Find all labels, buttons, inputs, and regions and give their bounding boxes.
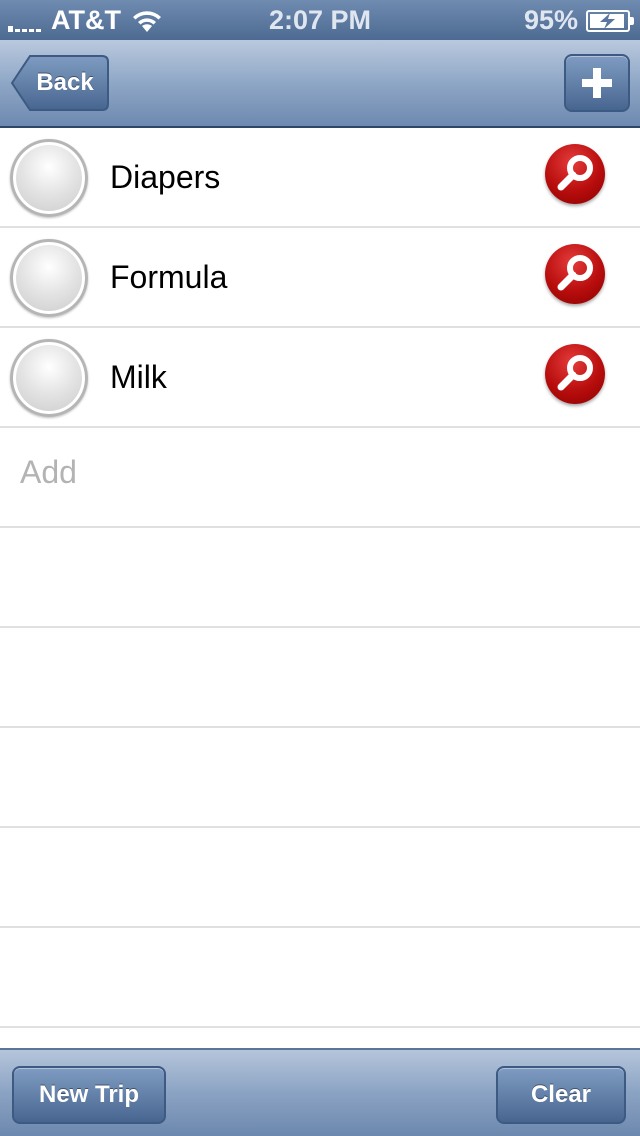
search-button[interactable]	[545, 244, 605, 304]
status-right: 95%	[523, 5, 634, 36]
navigation-bar: Back	[0, 40, 640, 128]
magnifier-icon	[557, 355, 593, 391]
magnifier-icon	[557, 155, 593, 191]
bottom-toolbar: New Trip Clear	[0, 1048, 640, 1136]
list-item: Diapers	[0, 128, 640, 228]
add-item-input[interactable]: Add	[20, 454, 77, 491]
item-label[interactable]: Diapers	[110, 159, 220, 196]
clear-button[interactable]: Clear	[496, 1066, 626, 1124]
battery-percent: 95%	[523, 5, 578, 35]
charging-bolt-icon	[600, 12, 615, 29]
new-trip-button[interactable]: New Trip	[12, 1066, 166, 1124]
add-item-row[interactable]: Add	[0, 428, 640, 528]
battery-charging-icon	[586, 9, 634, 32]
list-item: Milk	[0, 328, 640, 428]
empty-row	[0, 728, 640, 828]
shopping-list: Diapers Formula Milk Add	[0, 128, 640, 1028]
empty-row	[0, 628, 640, 728]
empty-row	[0, 828, 640, 928]
item-label[interactable]: Formula	[110, 259, 227, 296]
checkbox-circle[interactable]	[10, 239, 88, 317]
back-button[interactable]: Back	[10, 54, 110, 112]
checkbox-circle[interactable]	[10, 339, 88, 417]
search-button[interactable]	[545, 344, 605, 404]
checkbox-circle[interactable]	[10, 139, 88, 217]
empty-row	[0, 528, 640, 628]
item-label[interactable]: Milk	[110, 359, 167, 396]
list-item: Formula	[0, 228, 640, 328]
plus-icon	[582, 68, 612, 98]
back-button-label: Back	[36, 69, 94, 96]
add-item-button[interactable]	[564, 54, 630, 112]
empty-row	[0, 928, 640, 1028]
status-bar: AT&T 2:07 PM 95%	[0, 0, 640, 40]
magnifier-icon	[557, 255, 593, 291]
search-button[interactable]	[545, 144, 605, 204]
